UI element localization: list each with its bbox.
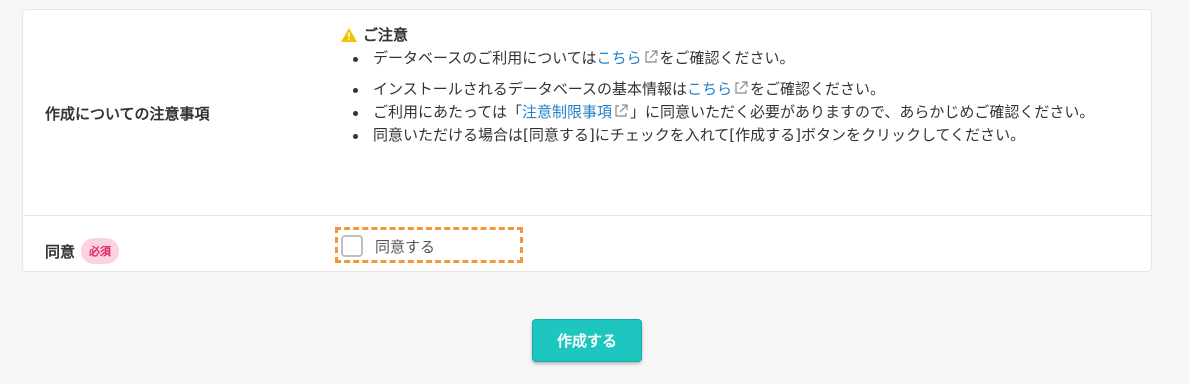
notice-item-4-text: 同意いただける場合は[同意する]にチェックを入れて[作成する]ボタンをクリックし… bbox=[373, 126, 1026, 144]
form-card: 作成についての注意事項 ご注意 データベースのご利用についてはこちら をご確認くだ… bbox=[22, 9, 1152, 272]
notice-item-3-text: ご利用にあたっては「 bbox=[373, 103, 522, 121]
notice-item-1-text-after: をご確認ください。 bbox=[659, 49, 795, 67]
notice-list: データベースのご利用についてはこちら をご確認ください。 インストールされるデータ… bbox=[341, 49, 1131, 145]
agree-checkbox[interactable] bbox=[341, 235, 363, 257]
db-info-link[interactable]: こちら bbox=[687, 80, 732, 98]
external-link-icon bbox=[735, 81, 748, 94]
notice-item-2-text-after: をご確認ください。 bbox=[749, 80, 885, 98]
notice-item-1: データベースのご利用についてはこちら をご確認ください。 bbox=[341, 49, 1131, 68]
notes-label: 作成についての注意事項 bbox=[45, 105, 210, 123]
notice-item-1-text: データベースのご利用については bbox=[373, 49, 597, 67]
restrictions-link[interactable]: 注意制限事項 bbox=[522, 103, 612, 121]
notice-item-2-text: インストールされるデータベースの基本情報は bbox=[373, 80, 687, 98]
notice-item-3-text-after: 」に同意いただく必要がありますので、あらかじめご確認ください。 bbox=[629, 103, 1095, 121]
warning-triangle-icon bbox=[341, 27, 357, 42]
create-button[interactable]: 作成する bbox=[532, 319, 642, 362]
notice-block: ご注意 データベースのご利用についてはこちら をご確認ください。 インストールされ… bbox=[341, 24, 1131, 149]
agree-checkbox-label[interactable]: 同意する bbox=[375, 236, 435, 257]
agree-row: 同意 必須 同意する bbox=[23, 216, 1151, 272]
external-link-icon bbox=[644, 50, 658, 63]
required-badge: 必須 bbox=[81, 238, 120, 264]
notice-item-3: ご利用にあたっては「注意制限事項 」に同意いただく必要がありますので、あらかじめご… bbox=[341, 103, 1131, 122]
notice-title: ご注意 bbox=[363, 26, 409, 44]
agree-label-group: 同意 必須 bbox=[45, 238, 120, 264]
agree-label: 同意 bbox=[45, 242, 76, 261]
db-usage-link[interactable]: こちら bbox=[597, 49, 642, 67]
notice-title-row: ご注意 bbox=[341, 24, 1131, 45]
notice-item-4: 同意いただける場合は[同意する]にチェックを入れて[作成する]ボタンをクリックし… bbox=[341, 126, 1131, 145]
notes-row: 作成についての注意事項 ご注意 データベースのご利用についてはこちら をご確認くだ… bbox=[23, 10, 1151, 216]
notice-item-2: インストールされるデータベースの基本情報はこちら をご確認ください。 bbox=[341, 80, 1131, 99]
external-link-icon bbox=[615, 104, 628, 117]
